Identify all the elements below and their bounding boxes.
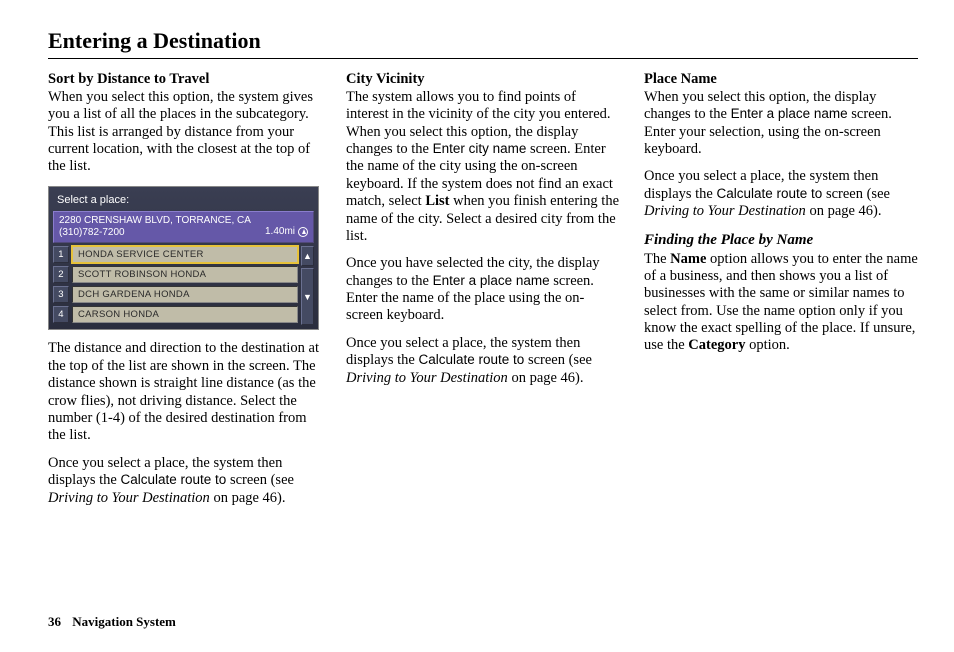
nav-rows: 1 HONDA SERVICE CENTER 2 SCOTT ROBINSON … <box>53 246 298 326</box>
column-1: Sort by Distance to Travel When you sele… <box>48 71 322 517</box>
enter-city-name-label: Enter city name <box>433 141 527 156</box>
sort-by-distance-section: Sort by Distance to Travel When you sele… <box>48 71 322 175</box>
t: screen (see <box>524 352 592 368</box>
footer-section: Navigation System <box>72 614 176 629</box>
calculate-route-label: Calculate route to <box>717 186 823 201</box>
place-name-heading: Place Name <box>644 71 717 87</box>
nav-row-num: 3 <box>53 286 69 303</box>
compass-icon <box>298 227 308 237</box>
column-2: City Vicinity The system allows you to f… <box>346 71 620 517</box>
nav-list: 1 HONDA SERVICE CENTER 2 SCOTT ROBINSON … <box>53 246 314 326</box>
t: on page 46). <box>508 370 584 386</box>
col1-calc-para: Once you select a place, the system then… <box>48 455 322 507</box>
nav-prompt: Select a place: <box>53 192 314 211</box>
sort-heading: Sort by Distance to Travel <box>48 71 209 87</box>
content-columns: Sort by Distance to Travel When you sele… <box>48 71 918 517</box>
t: screen (see <box>226 472 294 488</box>
crossref: Driving to Your Destination <box>346 370 508 386</box>
place-name-section: Place Name When you select this option, … <box>644 71 918 158</box>
page-title: Entering a Destination <box>48 28 918 59</box>
calculate-route-label: Calculate route to <box>419 352 525 367</box>
nav-selected-address: 2280 CRENSHAW BLVD, TORRANCE, CA <box>59 215 265 227</box>
nav-selected-phone: (310)782-7200 <box>59 227 265 239</box>
nav-selected-details: 2280 CRENSHAW BLVD, TORRANCE, CA (310)78… <box>59 215 265 239</box>
col2-calc-para: Once you select a place, the system then… <box>346 335 620 387</box>
crossref: Driving to Your Destination <box>48 490 210 506</box>
nav-row-item: HONDA SERVICE CENTER <box>72 246 298 263</box>
category-bold: Category <box>688 337 745 353</box>
nav-row-item: CARSON HONDA <box>72 306 298 323</box>
nav-row-num: 2 <box>53 266 69 283</box>
sort-body: When you select this option, the system … <box>48 89 313 175</box>
page-number: 36 <box>48 614 61 629</box>
enter-place-name-label: Enter a place name <box>731 106 848 121</box>
t: option. <box>745 337 789 353</box>
nav-row-4[interactable]: 4 CARSON HONDA <box>53 306 298 323</box>
nav-selected-distance-box: 1.40mi <box>265 226 308 238</box>
t: screen (see <box>822 186 890 202</box>
page-footer: 36 Navigation System <box>48 614 176 630</box>
nav-row-1[interactable]: 1 HONDA SERVICE CENTER <box>53 246 298 263</box>
nav-screen-graphic: Select a place: 2280 CRENSHAW BLVD, TORR… <box>48 186 319 331</box>
nav-row-item: DCH GARDENA HONDA <box>72 286 298 303</box>
list-bold: List <box>425 193 449 209</box>
nav-scrollbar: ▲ ▼ <box>301 246 314 326</box>
scroll-down-button[interactable]: ▼ <box>301 268 314 325</box>
col3-calc-para: Once you select a place, the system then… <box>644 168 918 220</box>
name-bold: Name <box>670 251 706 267</box>
nav-row-3[interactable]: 3 DCH GARDENA HONDA <box>53 286 298 303</box>
column-3: Place Name When you select this option, … <box>644 71 918 517</box>
nav-row-num: 4 <box>53 306 69 323</box>
t: on page 46). <box>210 490 286 506</box>
enter-place-name-label: Enter a place name <box>433 273 550 288</box>
nav-row-item: SCOTT ROBINSON HONDA <box>72 266 298 283</box>
city-vicinity-section: City Vicinity The system allows you to f… <box>346 71 620 245</box>
t: The <box>644 251 670 267</box>
calculate-route-label: Calculate route to <box>121 472 227 487</box>
col2-enter-place-para: Once you have selected the city, the dis… <box>346 255 620 325</box>
city-vicinity-heading: City Vicinity <box>346 71 425 87</box>
nav-selected-distance: 1.40mi <box>265 226 295 238</box>
nav-row-2[interactable]: 2 SCOTT ROBINSON HONDA <box>53 266 298 283</box>
finding-place-body: The Name option allows you to enter the … <box>644 251 918 355</box>
nav-row-num: 1 <box>53 246 69 263</box>
nav-selected-place: 2280 CRENSHAW BLVD, TORRANCE, CA (310)78… <box>53 211 314 243</box>
scroll-up-button[interactable]: ▲ <box>301 246 314 266</box>
distance-explain: The distance and direction to the destin… <box>48 340 322 444</box>
crossref: Driving to Your Destination <box>644 203 806 219</box>
finding-place-heading: Finding the Place by Name <box>644 231 918 249</box>
t: on page 46). <box>806 203 882 219</box>
